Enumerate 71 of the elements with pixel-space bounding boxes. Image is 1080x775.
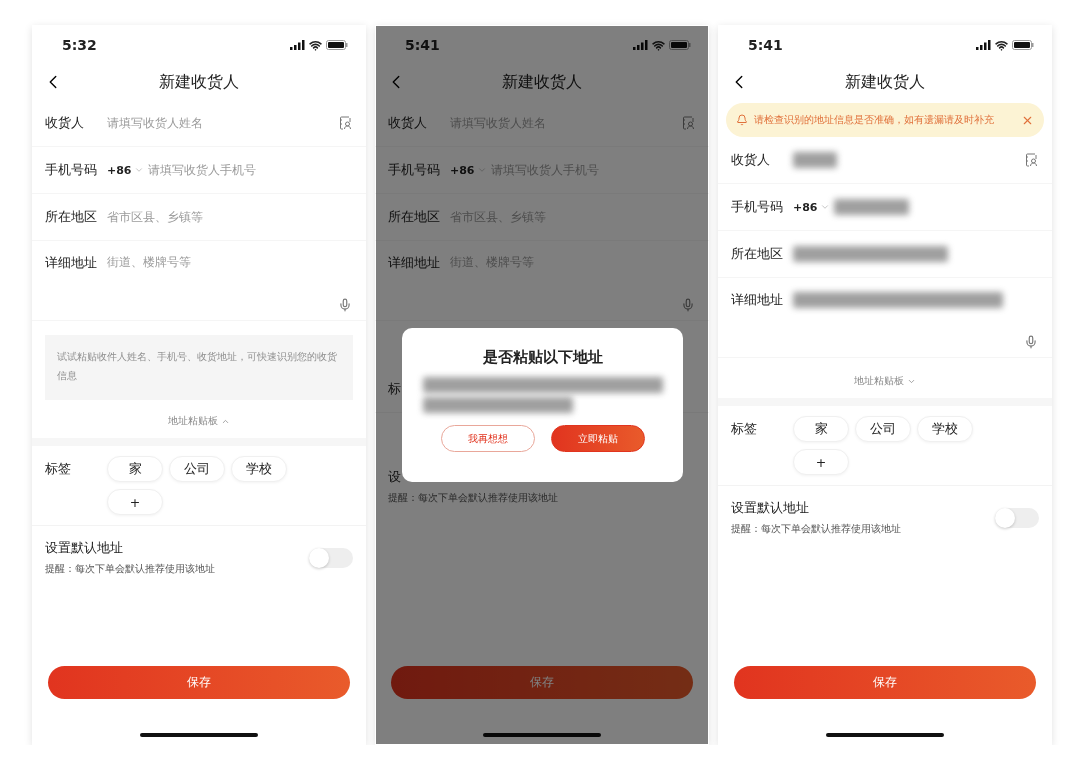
contact-book-icon[interactable] xyxy=(682,116,695,130)
field-label: 所在地区 xyxy=(388,208,441,226)
default-address-hint: 提醒：每次下单会默认推荐使用该地址 xyxy=(388,492,558,505)
field-label: 手机号码 xyxy=(388,161,441,179)
default-address-title: 设 xyxy=(388,469,402,486)
caret-icon[interactable] xyxy=(819,202,830,212)
country-code[interactable]: +86 xyxy=(793,200,818,214)
default-address-title: 设置默认地址 xyxy=(45,540,124,557)
battery-icon xyxy=(669,40,691,50)
save-button[interactable]: 保存 xyxy=(734,666,1036,699)
field-label: 手机号码 xyxy=(45,161,98,179)
wifi-icon xyxy=(652,38,665,52)
default-address-hint: 提醒：每次下单会默认推荐使用该地址 xyxy=(45,563,215,576)
tag-chip[interactable]: 学校 xyxy=(231,456,287,482)
field-label: 所在地区 xyxy=(731,245,784,263)
tag-chip[interactable]: 家 xyxy=(107,456,163,482)
input-field[interactable]: 请填写收货人姓名 xyxy=(107,116,353,130)
battery-icon xyxy=(326,40,348,50)
page-title: 新建收货人 xyxy=(159,72,239,93)
status-time: 5:32 xyxy=(62,37,97,53)
add-tag-button[interactable]: + xyxy=(793,449,849,475)
field-label: 收货人 xyxy=(388,114,428,132)
paste-hint: 试试粘贴收件人姓名、手机号、收货地址，可快速识别您的收货信息 xyxy=(57,351,337,381)
save-button[interactable]: 保存 xyxy=(48,666,350,699)
paste-board-toggle[interactable]: 地址粘贴板 xyxy=(850,372,920,390)
microphone-icon[interactable] xyxy=(1024,335,1038,349)
paste-board-toggle[interactable]: 地址粘贴板 xyxy=(164,412,234,430)
status-time: 5:41 xyxy=(748,37,783,53)
tags-label: 标签 xyxy=(731,420,758,438)
dialog-title: 是否粘贴以下地址 xyxy=(482,348,603,367)
tag-chip[interactable]: 家 xyxy=(793,416,849,442)
signal-icon xyxy=(633,40,648,50)
field-label: 详细地址 xyxy=(45,255,98,272)
field-label: 收货人 xyxy=(45,114,85,132)
page-title: 新建收货人 xyxy=(502,72,582,93)
status-time: 5:41 xyxy=(405,37,440,53)
default-address-hint: 提醒：每次下单会默认推荐使用该地址 xyxy=(731,523,901,536)
signal-icon xyxy=(976,40,991,50)
page-title: 新建收货人 xyxy=(845,72,925,93)
default-address-switch[interactable] xyxy=(309,548,353,568)
signal-icon xyxy=(290,40,305,50)
add-tag-button[interactable]: + xyxy=(107,489,163,515)
input-field[interactable]: 请填写收货人手机号 xyxy=(147,163,353,177)
microphone-icon[interactable] xyxy=(681,298,695,312)
notice-text: 请检查识别的地址信息是否准确，如有遗漏请及时补充 xyxy=(754,113,995,127)
microphone-icon[interactable] xyxy=(338,298,352,312)
tags-label: 标签 xyxy=(45,460,72,478)
tag-chip[interactable]: 公司 xyxy=(169,456,225,482)
country-code[interactable]: +86 xyxy=(107,163,132,177)
field-label: 手机号码 xyxy=(731,198,784,216)
tag-chip[interactable]: 公司 xyxy=(855,416,911,442)
caret-icon[interactable] xyxy=(133,165,144,175)
battery-icon xyxy=(1012,40,1034,50)
wifi-icon xyxy=(995,38,1008,52)
tags-label: 标 xyxy=(388,380,402,398)
input-field[interactable]: 街道、楼牌号等 xyxy=(107,255,353,269)
field-label: 详细地址 xyxy=(731,292,784,309)
wifi-icon xyxy=(309,38,322,52)
contact-book-icon[interactable] xyxy=(1025,153,1038,167)
default-address-switch[interactable] xyxy=(995,508,1039,528)
contact-book-icon[interactable] xyxy=(339,116,352,130)
input-field[interactable]: 省市区县、乡镇等 xyxy=(107,210,353,224)
field-label: 详细地址 xyxy=(388,255,441,272)
default-address-title: 设置默认地址 xyxy=(731,500,810,517)
bell-icon xyxy=(736,114,748,126)
field-label: 所在地区 xyxy=(45,208,98,226)
field-label: 收货人 xyxy=(731,151,771,169)
dialog-button[interactable]: 我再想想 xyxy=(440,425,535,452)
tag-chip[interactable]: 学校 xyxy=(917,416,973,442)
dialog-button[interactable]: 立即粘贴 xyxy=(550,425,645,452)
country-code[interactable]: +86 xyxy=(450,163,475,177)
